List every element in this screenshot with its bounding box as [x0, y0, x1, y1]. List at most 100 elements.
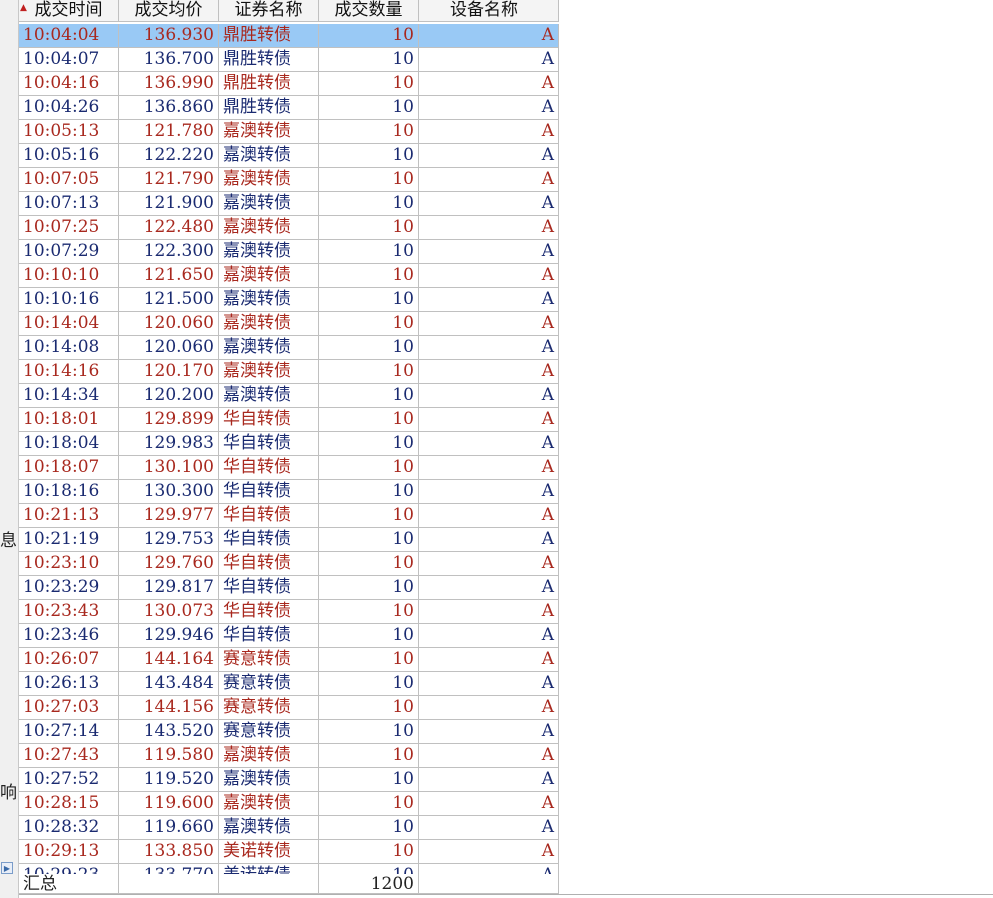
column-header-device[interactable]: 设备名称 — [419, 0, 559, 22]
trade-time-cell: 10:05:16 — [19, 144, 119, 168]
device-name-cell: A — [419, 576, 559, 600]
column-header-security[interactable]: 证券名称 — [219, 0, 319, 22]
trade-time-cell: 10:28:15 — [19, 792, 119, 816]
column-header-price[interactable]: 成交均价 — [119, 0, 219, 22]
security-name-cell: 美诺转债 — [219, 840, 319, 864]
device-name-cell: A — [419, 240, 559, 264]
security-name-cell: 嘉澳转债 — [219, 336, 319, 360]
table-row[interactable]: 10:26:13 143.484 赛意转债 10 A — [19, 672, 559, 696]
trade-price-cell: 129.760 — [119, 552, 219, 576]
trade-time-cell: 10:14:04 — [19, 312, 119, 336]
trade-quantity-cell: 10 — [319, 144, 419, 168]
security-name-cell: 华自转债 — [219, 552, 319, 576]
summary-label: 汇总 — [19, 874, 119, 894]
table-row[interactable]: 10:07:25 122.480 嘉澳转债 10 A — [19, 216, 559, 240]
security-name-cell: 华自转债 — [219, 504, 319, 528]
table-row[interactable]: 10:14:08 120.060 嘉澳转债 10 A — [19, 336, 559, 360]
trade-quantity-cell: 10 — [319, 648, 419, 672]
trade-price-cell: 119.600 — [119, 792, 219, 816]
trade-time-cell: 10:10:10 — [19, 264, 119, 288]
left-panel-strip: 息 响 ▶ — [0, 0, 19, 898]
table-row[interactable]: 10:14:34 120.200 嘉澳转债 10 A — [19, 384, 559, 408]
device-name-cell: A — [419, 528, 559, 552]
trade-time-cell: 10:26:07 — [19, 648, 119, 672]
trade-quantity-cell: 10 — [319, 384, 419, 408]
trade-quantity-cell: 10 — [319, 288, 419, 312]
trade-time-cell: 10:27:14 — [19, 720, 119, 744]
table-row[interactable]: 10:27:03 144.156 赛意转债 10 A — [19, 696, 559, 720]
table-row[interactable]: 10:04:16 136.990 鼎胜转债 10 A — [19, 72, 559, 96]
trade-price-cell: 136.860 — [119, 96, 219, 120]
table-row[interactable]: 10:18:04 129.983 华自转债 10 A — [19, 432, 559, 456]
trade-time-cell: 10:18:07 — [19, 456, 119, 480]
trade-quantity-cell: 10 — [319, 168, 419, 192]
trade-quantity-cell: 10 — [319, 216, 419, 240]
device-name-cell: A — [419, 456, 559, 480]
trade-quantity-cell: 10 — [319, 504, 419, 528]
table-row[interactable]: 10:07:13 121.900 嘉澳转债 10 A — [19, 192, 559, 216]
table-row[interactable]: 10:10:16 121.500 嘉澳转债 10 A — [19, 288, 559, 312]
table-row[interactable]: 10:10:10 121.650 嘉澳转债 10 A — [19, 264, 559, 288]
summary-price — [119, 874, 219, 894]
table-row[interactable]: 10:28:15 119.600 嘉澳转债 10 A — [19, 792, 559, 816]
expand-triangle-icon[interactable]: ▶ — [1, 862, 13, 874]
table-row[interactable]: 10:29:13 133.850 美诺转债 10 A — [19, 840, 559, 864]
table-row[interactable]: 10:23:10 129.760 华自转债 10 A — [19, 552, 559, 576]
security-name-cell: 鼎胜转债 — [219, 24, 319, 48]
trade-time-cell: 10:27:52 — [19, 768, 119, 792]
column-header-quantity[interactable]: 成交数量 — [319, 0, 419, 22]
security-name-cell: 华自转债 — [219, 528, 319, 552]
table-row[interactable]: 10:18:01 129.899 华自转债 10 A — [19, 408, 559, 432]
table-row[interactable]: 10:18:16 130.300 华自转债 10 A — [19, 480, 559, 504]
summary-security — [219, 874, 319, 894]
trade-time-cell: 10:18:16 — [19, 480, 119, 504]
table-row[interactable]: 10:14:16 120.170 嘉澳转债 10 A — [19, 360, 559, 384]
security-name-cell: 鼎胜转债 — [219, 72, 319, 96]
table-row[interactable]: 10:14:04 120.060 嘉澳转债 10 A — [19, 312, 559, 336]
trade-quantity-cell: 10 — [319, 192, 419, 216]
security-name-cell: 嘉澳转债 — [219, 216, 319, 240]
table-row[interactable]: 10:23:29 129.817 华自转债 10 A — [19, 576, 559, 600]
device-name-cell: A — [419, 312, 559, 336]
device-name-cell: A — [419, 192, 559, 216]
trade-price-cell: 120.170 — [119, 360, 219, 384]
trade-price-cell: 130.300 — [119, 480, 219, 504]
column-header-time[interactable]: ▲ 成交时间 — [19, 0, 119, 22]
table-row[interactable]: 10:21:13 129.977 华自转债 10 A — [19, 504, 559, 528]
table-row[interactable]: 10:04:26 136.860 鼎胜转债 10 A — [19, 96, 559, 120]
trade-quantity-cell: 10 — [319, 576, 419, 600]
device-name-cell: A — [419, 336, 559, 360]
table-row[interactable]: 10:07:05 121.790 嘉澳转债 10 A — [19, 168, 559, 192]
table-row[interactable]: 10:23:43 130.073 华自转债 10 A — [19, 600, 559, 624]
security-name-cell: 嘉澳转债 — [219, 360, 319, 384]
table-row[interactable]: 10:04:07 136.700 鼎胜转债 10 A — [19, 48, 559, 72]
trade-quantity-cell: 10 — [319, 816, 419, 840]
table-row[interactable]: 10:27:43 119.580 嘉澳转债 10 A — [19, 744, 559, 768]
trade-time-cell: 10:27:43 — [19, 744, 119, 768]
table-row[interactable]: 10:05:13 121.780 嘉澳转债 10 A — [19, 120, 559, 144]
trade-quantity-cell: 10 — [319, 528, 419, 552]
trade-price-cell: 120.060 — [119, 336, 219, 360]
table-row[interactable]: 10:05:16 122.220 嘉澳转债 10 A — [19, 144, 559, 168]
table-row[interactable]: 10:28:32 119.660 嘉澳转债 10 A — [19, 816, 559, 840]
security-name-cell: 赛意转债 — [219, 672, 319, 696]
table-row[interactable]: 10:26:07 144.164 赛意转债 10 A — [19, 648, 559, 672]
trade-time-cell: 10:07:25 — [19, 216, 119, 240]
security-name-cell: 嘉澳转债 — [219, 384, 319, 408]
table-row[interactable]: 10:04:04 136.930 鼎胜转债 10 A — [19, 24, 559, 48]
column-header-time-label: 成交时间 — [34, 0, 103, 20]
table-row[interactable]: 10:23:46 129.946 华自转债 10 A — [19, 624, 559, 648]
table-row[interactable]: 10:27:14 143.520 赛意转债 10 A — [19, 720, 559, 744]
table-row[interactable]: 10:07:29 122.300 嘉澳转债 10 A — [19, 240, 559, 264]
device-name-cell: A — [419, 360, 559, 384]
device-name-cell: A — [419, 600, 559, 624]
trade-time-cell: 10:23:43 — [19, 600, 119, 624]
trade-price-cell: 119.520 — [119, 768, 219, 792]
trade-quantity-cell: 10 — [319, 624, 419, 648]
trade-price-cell: 121.900 — [119, 192, 219, 216]
trade-time-cell: 10:14:16 — [19, 360, 119, 384]
table-row[interactable]: 10:18:07 130.100 华自转债 10 A — [19, 456, 559, 480]
table-row[interactable]: 10:27:52 119.520 嘉澳转债 10 A — [19, 768, 559, 792]
table-row[interactable]: 10:21:19 129.753 华自转债 10 A — [19, 528, 559, 552]
trade-price-cell: 129.983 — [119, 432, 219, 456]
